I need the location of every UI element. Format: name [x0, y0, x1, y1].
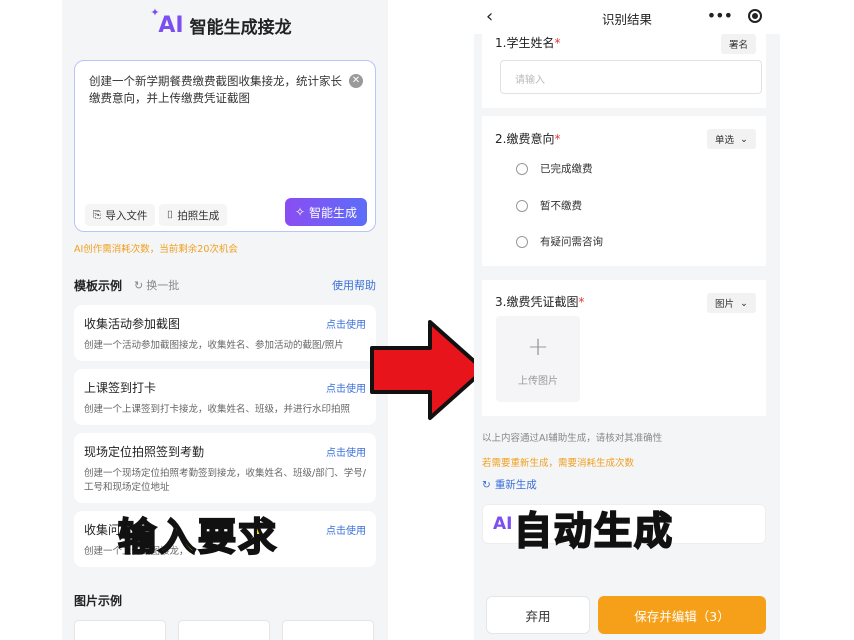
more-icon[interactable]: •••	[707, 6, 733, 25]
refresh-icon: ↻	[482, 478, 491, 491]
question-type-select[interactable]: 单选 ⌄	[707, 129, 756, 149]
template-use-link[interactable]: 点击使用	[326, 316, 366, 331]
nav-title: 识别结果	[601, 12, 652, 27]
import-file-label: 导入文件	[105, 209, 148, 222]
template-title: 收集活动参加截图	[84, 317, 181, 331]
question-title: 2.缴费意向*	[495, 130, 560, 147]
camera-icon: ⌷	[167, 208, 174, 221]
template-desc: 创建一个上课签到打卡接龙，收集姓名、班级，并进行水印拍照	[84, 404, 351, 415]
discard-button[interactable]: 弃用	[486, 596, 590, 634]
regenerate-cost-note: 若需要重新生成，需要消耗生成次数	[482, 458, 635, 469]
template-desc: 创建一个活动参加截图接龙，收集姓名、参加活动的截图/照片	[84, 340, 344, 351]
ai-logo: AI	[493, 514, 513, 534]
image-example-thumbnail[interactable]	[178, 620, 270, 640]
image-examples-title: 图片示例	[74, 594, 123, 608]
photo-generate-button[interactable]: ⌷ 拍照生成	[159, 204, 228, 226]
ai-disclaimer: 以上内容通过AI辅助生成，请核对其准确性	[482, 433, 663, 444]
required-mark: *	[554, 132, 561, 146]
radio-button[interactable]	[516, 162, 528, 175]
radio-option[interactable]: 暂不缴费	[516, 198, 582, 213]
close-miniprogram-icon[interactable]	[748, 9, 762, 23]
template-use-link[interactable]: 点击使用	[326, 522, 366, 537]
template-desc: 创建一个现场定位拍照考勤签到接龙，收集姓名、班级/部门、学号/工号和现场定位地址	[84, 468, 366, 493]
template-title: 收集问	[84, 523, 121, 537]
chevron-down-icon: ⌄	[740, 297, 748, 309]
file-icon: ⎘	[93, 208, 102, 221]
templates-header: 模板示例 ↻ 换一批 使用帮助	[74, 276, 376, 294]
ai-logo-text: AI	[158, 12, 184, 38]
question-type-label: 图片	[715, 299, 735, 310]
save-and-edit-button[interactable]: 保存并编辑（3）	[598, 596, 766, 634]
radio-option[interactable]: 已完成缴费	[516, 161, 593, 176]
photo-generate-label: 拍照生成	[177, 209, 220, 222]
nav-bar: ‹ 识别结果 •••	[474, 0, 780, 34]
template-card[interactable]: 收集活动参加截图 点击使用 创建一个活动参加截图接龙，收集姓名、参加活动的截图/…	[74, 305, 376, 361]
right-phone-screen: 1.学生姓名* 署名 请输入 ‹ 识别结果 ••• ✓ 2.缴费意向* 单选⌄ …	[474, 0, 780, 640]
smart-generate-button[interactable]: ✧ 智能生成	[285, 198, 367, 226]
template-use-link[interactable]: 点击使用	[326, 380, 366, 395]
image-example-thumbnail[interactable]	[282, 620, 374, 640]
question-type-label: 署名	[728, 40, 748, 51]
caption-input-requirements: 输入要求	[117, 514, 279, 560]
quota-note: AI创作需消耗次数，当前剩余20次机会	[74, 244, 238, 255]
question-card-name: 1.学生姓名* 署名 请输入	[482, 26, 766, 108]
sparkle-icon: ✧	[294, 205, 306, 219]
template-use-link[interactable]: 点击使用	[326, 444, 366, 459]
radio-option[interactable]: 有疑问需咨询	[516, 234, 603, 249]
refresh-icon: ↻	[134, 278, 144, 292]
refresh-label: 换一批	[146, 279, 180, 292]
templates-title: 模板示例	[74, 278, 123, 293]
app-header: ✦ AI 智能生成接龙	[62, 6, 388, 42]
chevron-down-icon: ⌄	[740, 133, 748, 145]
clear-icon[interactable]: ✕	[349, 74, 363, 88]
question-type-tag[interactable]: 署名	[720, 34, 756, 54]
prompt-text[interactable]: 创建一个新学期餐费缴费截图收集接龙，统计家长缴费意向，并上传缴费凭证截图	[89, 73, 347, 107]
prompt-textarea[interactable]: 创建一个新学期餐费缴费截图收集接龙，统计家长缴费意向，并上传缴费凭证截图 ✕ ⎘…	[74, 60, 376, 232]
name-input-placeholder: 请输入	[515, 75, 545, 86]
page-title: 智能生成接龙	[189, 17, 292, 38]
question-title: 1.学生姓名*	[495, 34, 560, 51]
template-title: 上课签到打卡	[84, 381, 157, 395]
question-type-select[interactable]: 图片 ⌄	[707, 293, 756, 313]
required-mark: *	[554, 36, 561, 50]
question-title-text: 2.缴费意向	[495, 132, 555, 146]
upload-image-label: 上传图片	[518, 376, 558, 387]
refresh-button[interactable]: ↻ 换一批	[134, 277, 179, 293]
regenerate-button[interactable]: ↻ 重新生成	[482, 477, 537, 492]
smart-generate-label: 智能生成	[309, 205, 358, 220]
regenerate-label: 重新生成	[494, 479, 537, 491]
image-example-thumbnail[interactable]	[74, 620, 166, 640]
plus-icon: +	[527, 332, 549, 362]
template-title: 现场定位拍照签到考勤	[84, 445, 205, 459]
radio-option-label: 暂不缴费	[540, 200, 582, 212]
ai-logo: ✦ AI	[150, 6, 184, 38]
upload-image-button[interactable]: + 上传图片	[496, 316, 580, 402]
question-title: 3.缴费凭证截图*	[495, 293, 584, 310]
question-title-text: 3.缴费凭证截图	[495, 295, 579, 309]
caption-auto-generate: 自动生成	[513, 508, 675, 554]
name-input[interactable]: 请输入	[500, 60, 762, 94]
question-card-intent: 2.缴费意向* 单选 ⌄ 已完成缴费 暂不缴费 有疑问需咨询	[482, 116, 766, 266]
sparkle-icon: ✦	[150, 5, 160, 19]
radio-option-label: 有疑问需咨询	[540, 236, 603, 248]
radio-button[interactable]	[516, 235, 528, 248]
radio-button[interactable]	[516, 199, 528, 212]
question-type-label: 单选	[715, 135, 735, 146]
arrow-right-icon	[370, 320, 486, 420]
import-file-button[interactable]: ⎘ 导入文件	[85, 204, 156, 226]
template-card[interactable]: 上课签到打卡 点击使用 创建一个上课签到打卡接龙，收集姓名、班级，并进行水印拍照	[74, 369, 376, 425]
required-mark: *	[578, 295, 585, 309]
template-card[interactable]: 现场定位拍照签到考勤 点击使用 创建一个现场定位拍照考勤签到接龙，收集姓名、班级…	[74, 433, 376, 503]
help-link[interactable]: 使用帮助	[332, 277, 376, 293]
left-phone-screen: ✦ AI 智能生成接龙 创建一个新学期餐费缴费截图收集接龙，统计家长缴费意向，并上…	[62, 0, 388, 640]
question-title-text: 1.学生姓名	[495, 36, 555, 50]
radio-option-label: 已完成缴费	[540, 163, 593, 175]
